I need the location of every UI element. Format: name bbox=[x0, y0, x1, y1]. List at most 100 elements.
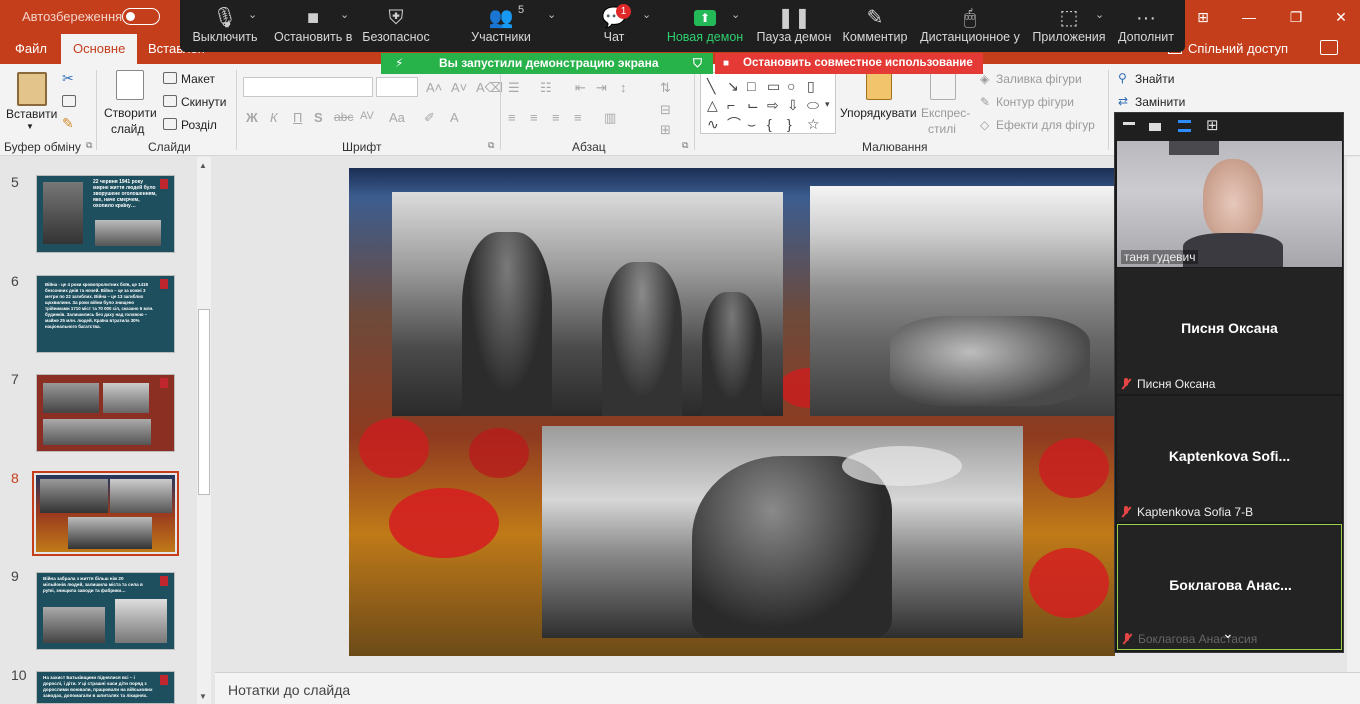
rounded-rect-shape-icon[interactable]: ▭ bbox=[767, 79, 780, 93]
shape-outline-button[interactable]: Контур фігури bbox=[996, 95, 1074, 109]
change-case-button[interactable]: Aa bbox=[389, 110, 405, 125]
connector-shape-icon[interactable]: ⌐ bbox=[727, 98, 735, 112]
char-spacing-button[interactable]: AV bbox=[360, 110, 374, 122]
mute-options-icon[interactable]: ⌄ bbox=[248, 8, 257, 21]
replace-icon[interactable]: ⇄ bbox=[1118, 94, 1128, 108]
share-options-icon[interactable]: ⌄ bbox=[731, 8, 740, 21]
speaker-view-icon[interactable] bbox=[1178, 120, 1191, 132]
autosave-toggle[interactable] bbox=[122, 8, 160, 25]
new-slide-icon[interactable] bbox=[116, 70, 144, 100]
triangle-shape-icon[interactable]: △ bbox=[707, 98, 718, 112]
video-tile-active-speaker[interactable]: Боклагова Анас... Боклагова Анастасия ⌄ bbox=[1117, 524, 1342, 650]
italic-button[interactable]: К bbox=[270, 110, 278, 125]
format-painter-icon[interactable]: ✎ bbox=[62, 115, 74, 132]
new-slide-button-line2[interactable]: слайд bbox=[111, 122, 144, 136]
hide-video-icon[interactable] bbox=[1149, 123, 1161, 131]
minimize-panel-icon[interactable] bbox=[1123, 122, 1135, 125]
replace-button[interactable]: Замінити bbox=[1135, 95, 1185, 109]
font-launcher-icon[interactable]: ⧉ bbox=[488, 140, 494, 151]
highlight-color-icon[interactable]: ✐ bbox=[424, 110, 435, 126]
bold-button[interactable]: Ж bbox=[246, 110, 258, 125]
reset-icon[interactable] bbox=[163, 95, 177, 107]
more-button[interactable]: ··· Дополнит bbox=[1116, 0, 1176, 52]
pause-share-button[interactable]: ❚❚ Пауза демон bbox=[756, 0, 832, 52]
line-spacing-icon[interactable]: ↕ bbox=[620, 80, 627, 95]
slide-thumbnail-7[interactable] bbox=[36, 374, 175, 452]
increase-font-icon[interactable]: A˄ bbox=[426, 80, 442, 95]
paragraph-launcher-icon[interactable]: ⧉ bbox=[682, 140, 688, 151]
columns-icon[interactable]: ▥ bbox=[604, 110, 616, 126]
shapes-gallery[interactable]: ╲ ↘ □ ▭ ○ ▯ △ ⌐ ⌙ ⇨ ⇩ ⬭ ∿ ⌒ ⌣ { } ☆ ▾ bbox=[700, 72, 836, 134]
bullets-icon[interactable]: ☰ bbox=[508, 80, 520, 96]
copy-icon[interactable] bbox=[62, 95, 76, 107]
paste-dropdown-icon[interactable]: ▼ bbox=[26, 122, 34, 131]
security-button[interactable]: ⛨ Безопаснос bbox=[362, 0, 430, 52]
notes-pane[interactable]: Нотатки до слайда bbox=[215, 672, 1360, 704]
apps-options-icon[interactable]: ⌄ bbox=[1095, 8, 1104, 21]
right-brace-shape-icon[interactable]: } bbox=[787, 117, 792, 131]
reset-button[interactable]: Скинути bbox=[181, 95, 226, 109]
right-arrow-shape-icon[interactable]: ⇨ bbox=[767, 98, 779, 112]
wave-shape-icon[interactable]: ⌣ bbox=[747, 117, 756, 131]
align-left-icon[interactable]: ≡ bbox=[508, 110, 516, 125]
quick-styles-icon[interactable] bbox=[930, 72, 956, 100]
arc-shape-icon[interactable]: ⌒ bbox=[727, 117, 741, 131]
left-brace-shape-icon[interactable]: { bbox=[767, 117, 772, 131]
minimize-icon[interactable]: — bbox=[1238, 6, 1260, 28]
stop-share-button[interactable]: ■ Остановить совместное использование bbox=[715, 53, 983, 74]
slide-thumbnail-5[interactable]: 22 червня 1941 року мирне життя людей бу… bbox=[36, 175, 175, 253]
font-size-dropdown[interactable] bbox=[376, 77, 418, 97]
video-options-icon[interactable]: ⌄ bbox=[340, 8, 349, 21]
scroll-down-chevron-icon[interactable]: ⌄ bbox=[1222, 625, 1234, 642]
shape-effects-button[interactable]: Ефекти для фігур bbox=[996, 118, 1095, 132]
ribbon-display-icon[interactable]: ⊞ bbox=[1192, 6, 1214, 28]
cut-icon[interactable]: ✂ bbox=[62, 70, 74, 87]
participants-options-icon[interactable]: ⌄ bbox=[547, 8, 556, 21]
align-center-icon[interactable]: ≡ bbox=[530, 110, 538, 125]
line-shape-icon[interactable]: ╲ bbox=[707, 79, 715, 93]
quick-styles-button-line2[interactable]: стилі bbox=[928, 122, 956, 136]
arrange-button[interactable]: Упорядкувати bbox=[840, 106, 917, 120]
font-color-icon[interactable]: A bbox=[450, 110, 459, 125]
remote-control-button[interactable]: 🖱 Дистанционное у bbox=[920, 0, 1020, 52]
scroll-up-icon[interactable]: ▲ bbox=[199, 161, 207, 170]
scroll-down-icon[interactable]: ▼ bbox=[199, 692, 207, 701]
shadow-icon[interactable]: S bbox=[314, 110, 323, 125]
find-button[interactable]: Знайти bbox=[1135, 72, 1174, 86]
slide-thumbnail-9[interactable]: Війна забрала з життя більш ніж 20 мільй… bbox=[36, 572, 175, 650]
slide-thumbnail-8[interactable] bbox=[32, 471, 179, 556]
video-tile[interactable]: Kaptenkova Sofi... Kaptenkova Sofia 7-B bbox=[1117, 396, 1342, 522]
annotate-button[interactable]: ✎ Комментир bbox=[840, 0, 910, 52]
layout-button[interactable]: Макет bbox=[181, 72, 215, 86]
paste-button[interactable]: Вставити bbox=[6, 107, 57, 121]
strikethrough-button[interactable]: abc bbox=[334, 110, 353, 124]
more-shapes-icon[interactable]: ▾ bbox=[825, 97, 830, 111]
star-shape-icon[interactable]: ☆ bbox=[807, 117, 820, 131]
video-tile[interactable]: таня гудевич bbox=[1117, 141, 1342, 267]
rectangle-shape-icon[interactable]: □ bbox=[747, 79, 755, 93]
decrease-font-icon[interactable]: A˅ bbox=[451, 80, 467, 95]
numbering-icon[interactable]: ☷ bbox=[540, 80, 552, 96]
down-arrow-shape-icon[interactable]: ⇩ bbox=[787, 98, 799, 112]
tab-home[interactable]: Основне bbox=[61, 34, 138, 64]
arrow-shape-icon[interactable]: ↘ bbox=[727, 79, 739, 93]
shape-outline-icon[interactable]: ✎ bbox=[980, 95, 990, 109]
smartart-icon[interactable]: ⊞ bbox=[660, 122, 671, 138]
tab-file[interactable]: Файл bbox=[15, 41, 47, 56]
video-tile[interactable]: Писня Оксана Писня Оксана bbox=[1117, 268, 1342, 394]
callout-shape-icon[interactable]: ⬭ bbox=[807, 98, 819, 112]
decrease-indent-icon[interactable]: ⇤ bbox=[575, 80, 586, 96]
align-right-icon[interactable]: ≡ bbox=[552, 110, 560, 125]
section-button[interactable]: Розділ bbox=[181, 118, 217, 132]
new-slide-button[interactable]: Створити bbox=[104, 106, 157, 120]
textbox-shape-icon[interactable]: ▯ bbox=[807, 79, 815, 93]
current-slide[interactable] bbox=[349, 168, 1115, 656]
participants-button[interactable]: 👥 Участники bbox=[466, 0, 536, 52]
scrollbar-thumb[interactable] bbox=[198, 309, 210, 495]
align-text-icon[interactable]: ⊟ bbox=[660, 102, 671, 118]
close-icon[interactable]: ✕ bbox=[1330, 6, 1352, 28]
curve-shape-icon[interactable]: ∿ bbox=[707, 117, 719, 131]
thumbnails-scrollbar[interactable]: ▲ ▼ bbox=[197, 157, 211, 704]
find-icon[interactable]: ⚲ bbox=[1118, 71, 1127, 85]
gallery-view-icon[interactable]: ⊞ bbox=[1206, 118, 1219, 133]
